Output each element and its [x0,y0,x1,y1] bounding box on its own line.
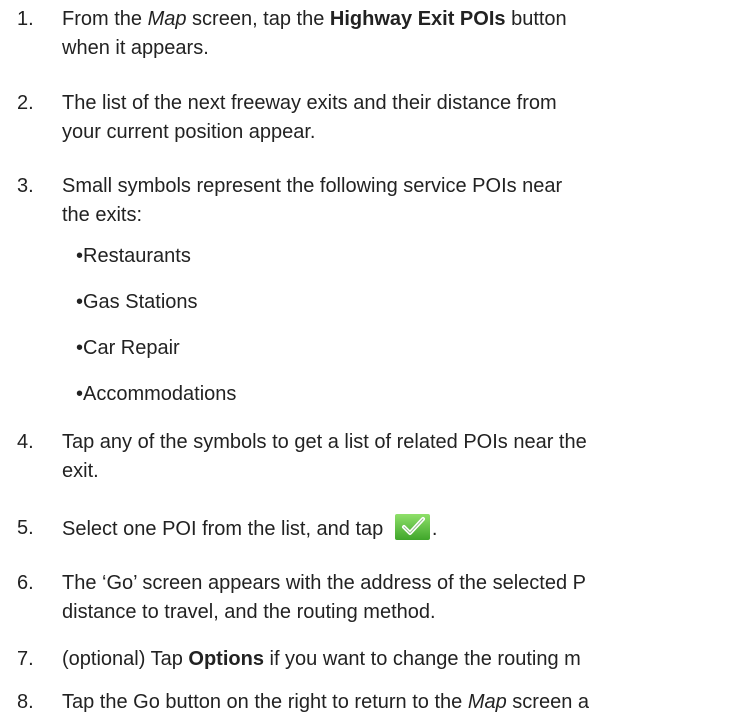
step-text-part: button [505,8,567,30]
step-text: Select one POI from the list, and tap . [62,514,437,544]
step-text-part: . [431,518,438,540]
service-item-gas-stations: •Gas Stations [76,291,198,313]
step-text-part: distance to travel, and the routing meth… [62,601,436,623]
step-text: Small symbols represent the following se… [62,172,562,230]
step-text-part: The ‘Go’ screen appears with the address… [62,572,586,594]
step-text-part: if you want to change the routing m [263,648,581,670]
service-item-restaurants: •Restaurants [76,245,191,267]
step-text-part: screen, tap the [186,8,330,30]
step-number: 6. [17,572,34,594]
step-text-part: (optional) Tap [62,648,189,670]
step-text: From the Map screen, tap the Highway Exi… [62,5,567,63]
step-text-part: Select one POI from the list, and tap [62,518,389,540]
step-text-part: Tap any of the symbols to get a list of … [62,431,587,453]
step-number: 4. [17,431,34,453]
step-number: 1. [17,8,34,30]
screen-name: Map [467,691,507,713]
step-text-part: your current position appear. [62,121,316,143]
step-text-part: Tap the Go button on the right to return… [62,691,468,713]
step-text: Tap the Go button on the right to return… [62,688,589,717]
step-text: Tap any of the symbols to get a list of … [62,428,587,486]
step-number: 3. [17,175,34,197]
service-item-accommodations: •Accommodations [76,383,237,405]
button-name: Highway Exit POIs [329,8,506,30]
step-number: 8. [17,691,34,713]
step-number: 7. [17,648,34,670]
checkmark-icon-svg [394,514,430,540]
step-text: The list of the next freeway exits and t… [62,89,557,147]
step-text-part: the exits: [62,204,143,226]
step-text-part: From the [62,8,148,30]
page: { "steps": [ { "num": "1.", "line1": {"p… [0,0,756,713]
step-text-part: when it appears. [62,37,209,59]
step-text-part: Small symbols represent the following se… [62,175,563,197]
step-number: 5. [17,517,34,539]
step-text-part: screen a [506,691,589,713]
service-item-car-repair: •Car Repair [76,337,180,359]
screen-name: Map [147,8,187,30]
button-name: Options [188,648,264,670]
step-text-part: exit. [62,460,99,482]
checkmark-icon[interactable] [394,514,430,540]
step-text-part: The list of the next freeway exits and t… [62,92,557,114]
step-text: The ‘Go’ screen appears with the address… [62,569,586,627]
step-number: 2. [17,92,34,114]
step-text: (optional) Tap Options if you want to ch… [62,645,581,674]
